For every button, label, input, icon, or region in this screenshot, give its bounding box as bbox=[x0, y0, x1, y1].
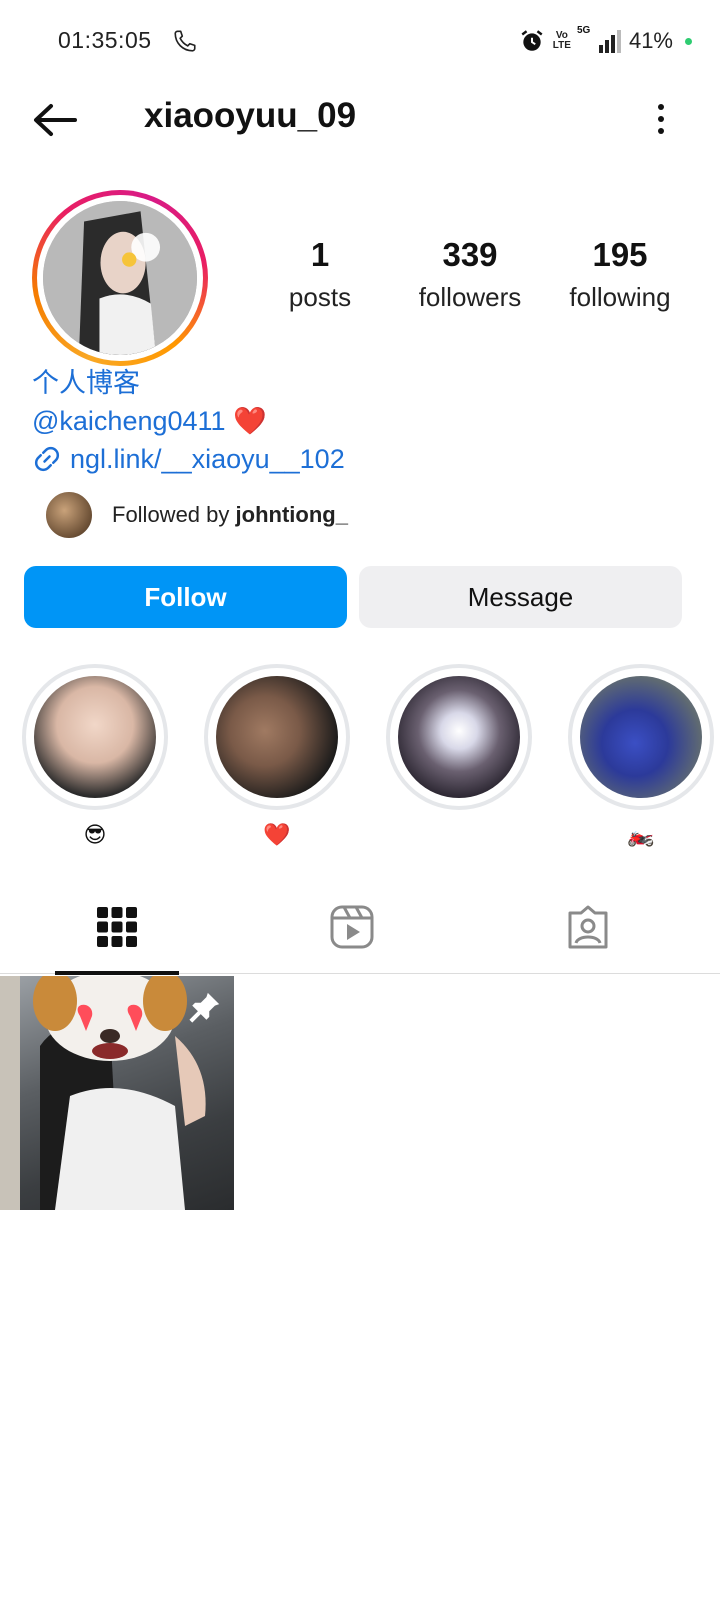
highlight-label: 😎 bbox=[83, 822, 107, 847]
privacy-dot bbox=[685, 37, 692, 45]
stat-label: following bbox=[569, 282, 671, 312]
status-time: 01:35:05 bbox=[58, 27, 152, 53]
stat-label: followers bbox=[418, 282, 522, 312]
highlight-item[interactable]: ❤️ bbox=[204, 664, 350, 850]
story-highlights: 😎 ❤️ 🏍️ bbox=[22, 664, 720, 854]
highlight-item[interactable]: 🏍️ bbox=[568, 664, 714, 850]
profile-avatar[interactable] bbox=[32, 190, 208, 366]
tab-reels[interactable] bbox=[290, 880, 414, 974]
status-bar: 01:35:05 Vo LTE 5G 41% bbox=[0, 0, 720, 82]
highlight-label bbox=[386, 822, 532, 850]
highlight-cover bbox=[398, 676, 520, 798]
tab-posts-grid[interactable] bbox=[55, 880, 179, 975]
highlight-cover bbox=[34, 676, 156, 798]
bio-mention[interactable]: @kaicheng0411 ❤️ bbox=[32, 402, 345, 440]
stat-value: 339 bbox=[442, 236, 498, 273]
stat-followers[interactable]: 339 followers bbox=[400, 236, 540, 313]
network-type: 5G bbox=[576, 25, 591, 36]
volte-indicator: Vo LTE bbox=[552, 30, 571, 51]
profile-tabs bbox=[0, 880, 720, 975]
avatar bbox=[44, 490, 94, 540]
more-vertical-icon bbox=[658, 104, 664, 110]
action-buttons: Follow Message bbox=[24, 566, 682, 628]
post-thumbnail[interactable] bbox=[0, 976, 234, 1210]
active-tab-indicator bbox=[55, 971, 179, 975]
stat-label: posts bbox=[288, 282, 352, 312]
highlight-item[interactable]: 😎 bbox=[22, 664, 168, 850]
highlight-item[interactable] bbox=[386, 664, 532, 850]
follow-button[interactable]: Follow bbox=[24, 566, 347, 628]
bio-link[interactable]: ngl.link/__xiaoyu__102 bbox=[32, 440, 345, 478]
followed-by-user: johntiong_ bbox=[235, 502, 348, 527]
profile-bio: 个人博客 @kaicheng0411 ❤️ ngl.link/__xiaoyu_… bbox=[32, 364, 345, 478]
highlight-label: 🏍️ bbox=[627, 822, 655, 847]
back-button[interactable] bbox=[30, 98, 80, 142]
profile-stats: 1 posts 339 followers 195 following bbox=[250, 236, 690, 313]
highlight-cover bbox=[580, 676, 702, 798]
highlight-label: ❤️ bbox=[263, 822, 291, 847]
link-icon bbox=[34, 446, 60, 472]
bio-link-text: ngl.link/__xiaoyu__102 bbox=[70, 444, 345, 474]
page-title: xiaooyuu_09 bbox=[144, 96, 357, 135]
highlight-cover bbox=[216, 676, 338, 798]
tab-tagged[interactable] bbox=[526, 880, 650, 974]
bio-category[interactable]: 个人博客 bbox=[32, 364, 345, 402]
alarm-icon bbox=[521, 30, 543, 51]
signal-icon: 5G bbox=[577, 25, 621, 53]
pin-icon bbox=[189, 992, 220, 1023]
stat-posts[interactable]: 1 posts bbox=[250, 236, 390, 313]
profile-header: xiaooyuu_09 bbox=[0, 82, 720, 158]
followed-by-text: Followed by johntiong_ bbox=[112, 502, 348, 527]
stat-value: 195 bbox=[592, 236, 648, 273]
avatar-photo bbox=[43, 201, 197, 355]
stat-value: 1 bbox=[310, 236, 330, 273]
tagged-icon bbox=[568, 905, 608, 949]
stat-following[interactable]: 195 following bbox=[550, 236, 690, 313]
grid-icon bbox=[97, 907, 137, 947]
followed-by[interactable]: Followed by johntiong_ bbox=[44, 490, 348, 540]
phone-call-icon bbox=[174, 30, 196, 52]
battery-level: 41% bbox=[628, 28, 673, 53]
message-button[interactable]: Message bbox=[359, 566, 682, 628]
reels-icon bbox=[330, 905, 374, 949]
arrow-left-icon bbox=[34, 104, 77, 136]
options-menu-button[interactable] bbox=[646, 96, 676, 142]
